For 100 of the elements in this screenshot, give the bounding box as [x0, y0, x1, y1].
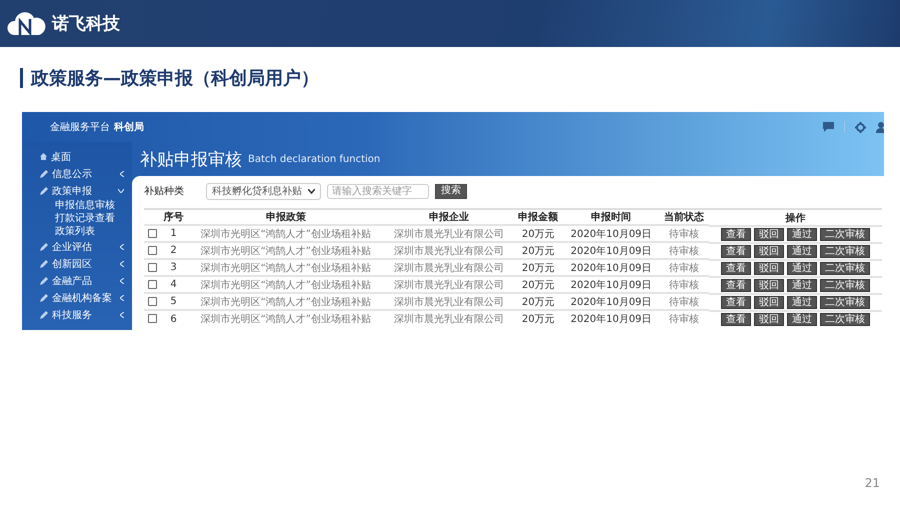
action-button[interactable]: 驳回 [754, 313, 784, 326]
sidebar-label: 金融机构备案 [52, 292, 113, 304]
action-button[interactable]: 二次审核 [820, 279, 870, 292]
page-title: 补贴申报审核 [140, 148, 242, 170]
filter-label: 补贴种类 [144, 184, 185, 198]
brand-name: 诺飞科技 [52, 13, 120, 35]
table-cell: 20万元 [513, 293, 564, 310]
action-button[interactable]: 通过 [786, 262, 817, 275]
row-checkbox[interactable] [148, 314, 156, 324]
table-cell: 6 [160, 310, 188, 327]
action-button[interactable]: 通过 [786, 296, 817, 309]
table-cell: 待审核 [659, 293, 709, 310]
column-header: 当前状态 [659, 209, 709, 225]
row-checkbox[interactable] [148, 228, 156, 238]
sidebar-label: 金融产品 [52, 274, 93, 288]
action-button[interactable]: 二次审核 [820, 313, 870, 326]
action-button[interactable]: 驳回 [754, 296, 784, 309]
table-cell: 1 [160, 225, 188, 242]
table-cell: 20万元 [513, 242, 564, 259]
sidebar-item[interactable]: 金融机构备案 [22, 289, 132, 306]
chevron-down-icon [308, 188, 315, 194]
table-cell: 4 [160, 276, 188, 293]
column-header: 申报时间 [563, 209, 660, 225]
action-button[interactable]: 二次审核 [820, 262, 870, 275]
action-button[interactable]: 查看 [720, 279, 751, 292]
action-button[interactable]: 查看 [720, 245, 751, 258]
table-cell: 20万元 [513, 310, 564, 327]
table-cell: 待审核 [659, 225, 709, 242]
search-field[interactable]: 请输入搜索关键字 [327, 184, 429, 198]
page-subtitle: Batch declaration function [248, 154, 380, 164]
home-icon [40, 153, 47, 160]
action-button[interactable]: 通过 [786, 279, 817, 292]
table-cell: 深圳市光明区“鸿鹄人才”创业场租补贴 [187, 225, 384, 242]
action-button[interactable]: 二次审核 [820, 245, 870, 258]
title-accent-bar [20, 68, 23, 88]
action-button[interactable]: 二次审核 [820, 296, 870, 309]
table-cell: 深圳市晨光乳业有限公司 [384, 276, 514, 293]
table-cell: 2020年10月09日 [563, 293, 660, 310]
pencil-icon [40, 310, 48, 318]
search-button[interactable]: 搜索 [435, 184, 467, 198]
sidebar-item[interactable]: 金融产品 [22, 272, 132, 289]
action-button[interactable]: 查看 [720, 262, 751, 275]
table-cell: 深圳市光明区“鸿鹄人才”创业场租补贴 [187, 310, 384, 327]
row-checkbox[interactable] [148, 280, 156, 289]
action-button[interactable]: 通过 [786, 245, 817, 258]
row-checkbox[interactable] [148, 262, 156, 272]
row-checkbox[interactable] [148, 246, 156, 255]
column-header: 操作 [708, 209, 882, 225]
row-checkbox[interactable] [148, 296, 156, 306]
table-cell: 2020年10月09日 [563, 225, 660, 242]
action-button[interactable]: 二次审核 [820, 228, 870, 241]
sidebar-label: 政策申报 [52, 184, 93, 198]
table-cell: 2020年10月09日 [563, 242, 660, 259]
sidebar-label: 桌面 [51, 150, 72, 164]
sidebar-label: 信息公示 [52, 168, 93, 180]
column-header: 序号 [160, 209, 188, 225]
sidebar-item[interactable]: 创新园区 [22, 255, 132, 272]
column-header: 申报企业 [384, 209, 514, 225]
table-cell: 深圳市晨光乳业有限公司 [384, 293, 514, 310]
table-cell: 20万元 [513, 276, 564, 293]
sidebar-subitem[interactable]: 打款记录查看 [22, 212, 132, 225]
action-button[interactable]: 查看 [720, 228, 751, 241]
table-cell: 2020年10月09日 [563, 310, 660, 327]
action-button[interactable]: 查看 [720, 313, 751, 326]
pencil-icon [40, 186, 48, 194]
sidebar-subitem[interactable]: 政策列表 [22, 225, 132, 238]
action-button[interactable]: 驳回 [754, 279, 784, 292]
table-cell: 20万元 [513, 259, 564, 276]
action-button[interactable]: 查看 [720, 296, 751, 309]
action-button[interactable]: 通过 [786, 313, 817, 326]
table-cell: 2020年10月09日 [563, 259, 660, 276]
table-cell: 2020年10月09日 [563, 276, 660, 293]
action-button[interactable]: 驳回 [754, 262, 784, 275]
table-cell: 5 [160, 293, 188, 310]
sidebar-item[interactable]: 信息公示 [22, 165, 132, 182]
sidebar-item[interactable]: 桌面 [22, 148, 132, 165]
settings-icon [855, 122, 866, 132]
pencil-icon [40, 260, 48, 268]
sidebar-item[interactable]: 政策申报 [22, 182, 132, 199]
platform-title: 金融服务平台 [50, 120, 110, 134]
column-header: 申报金额 [513, 209, 564, 225]
pencil-icon [40, 170, 48, 178]
pencil-icon [40, 242, 48, 250]
action-button[interactable]: 通过 [786, 228, 817, 241]
sidebar-item[interactable]: 科技服务 [22, 306, 132, 323]
action-button[interactable]: 驳回 [754, 245, 784, 258]
table-cell: 深圳市光明区“鸿鹄人才”创业场租补贴 [187, 242, 384, 259]
table-cell: 2 [160, 242, 188, 259]
table-cell: 3 [160, 259, 188, 276]
table-cell: 20万元 [513, 225, 564, 242]
table-cell: 深圳市光明区“鸿鹄人才”创业场租补贴 [187, 293, 384, 310]
subsidy-type-dropdown[interactable]: 科技孵化贷利息补贴 [206, 182, 321, 200]
user-icon [876, 122, 884, 132]
action-button[interactable]: 驳回 [754, 228, 784, 241]
sidebar-item[interactable]: 企业评估 [22, 238, 132, 255]
table-cell: 待审核 [659, 310, 709, 327]
table-cell: 深圳市晨光乳业有限公司 [384, 310, 514, 327]
pencil-icon [40, 294, 48, 302]
table-cell: 深圳市光明区“鸿鹄人才”创业场租补贴 [187, 276, 384, 293]
sidebar-subitem[interactable]: 申报信息审核 [22, 199, 132, 212]
